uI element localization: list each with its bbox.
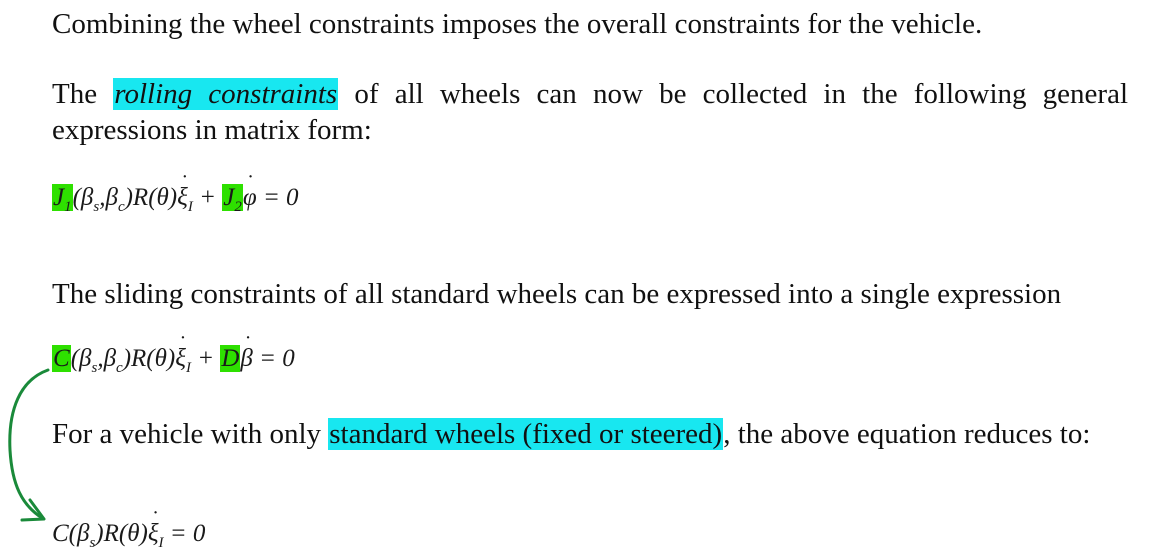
sliding-equation: C(βs,βc)R(θ)ξI + Dβ = 0 [52, 331, 295, 377]
J2-symbol: J2 [222, 184, 243, 215]
intro-text: Combining the wheel constraints imposes … [52, 8, 983, 40]
standard-text-after: , the above equation reduces to: [723, 418, 1091, 450]
paragraph-standard-wheels: For a vehicle with only standard wheels … [52, 416, 1128, 452]
rolling-text-before: The [52, 78, 114, 110]
rolling-constraints-highlight: rolling constraints [113, 78, 339, 110]
D-symbol: D [220, 345, 241, 372]
sliding-text: The sliding constraints of all standard … [52, 278, 1062, 310]
standard-wheels-highlight: standard wheels (fixed or steered) [328, 418, 724, 450]
J1-symbol: J1 [52, 184, 73, 215]
reduced-equation: C(βs)R(θ)ξI = 0 [52, 506, 205, 552]
rolling-equation: J1(βs,βc)R(θ)ξI + J2φ = 0 [52, 170, 299, 216]
paragraph-sliding: The sliding constraints of all standard … [52, 276, 1128, 312]
paragraph-intro: Combining the wheel constraints imposes … [52, 6, 1128, 42]
C-symbol: C [52, 345, 71, 372]
paragraph-rolling: The rolling constraints of all wheels ca… [52, 76, 1128, 148]
standard-text-before: For a vehicle with only [52, 418, 329, 450]
